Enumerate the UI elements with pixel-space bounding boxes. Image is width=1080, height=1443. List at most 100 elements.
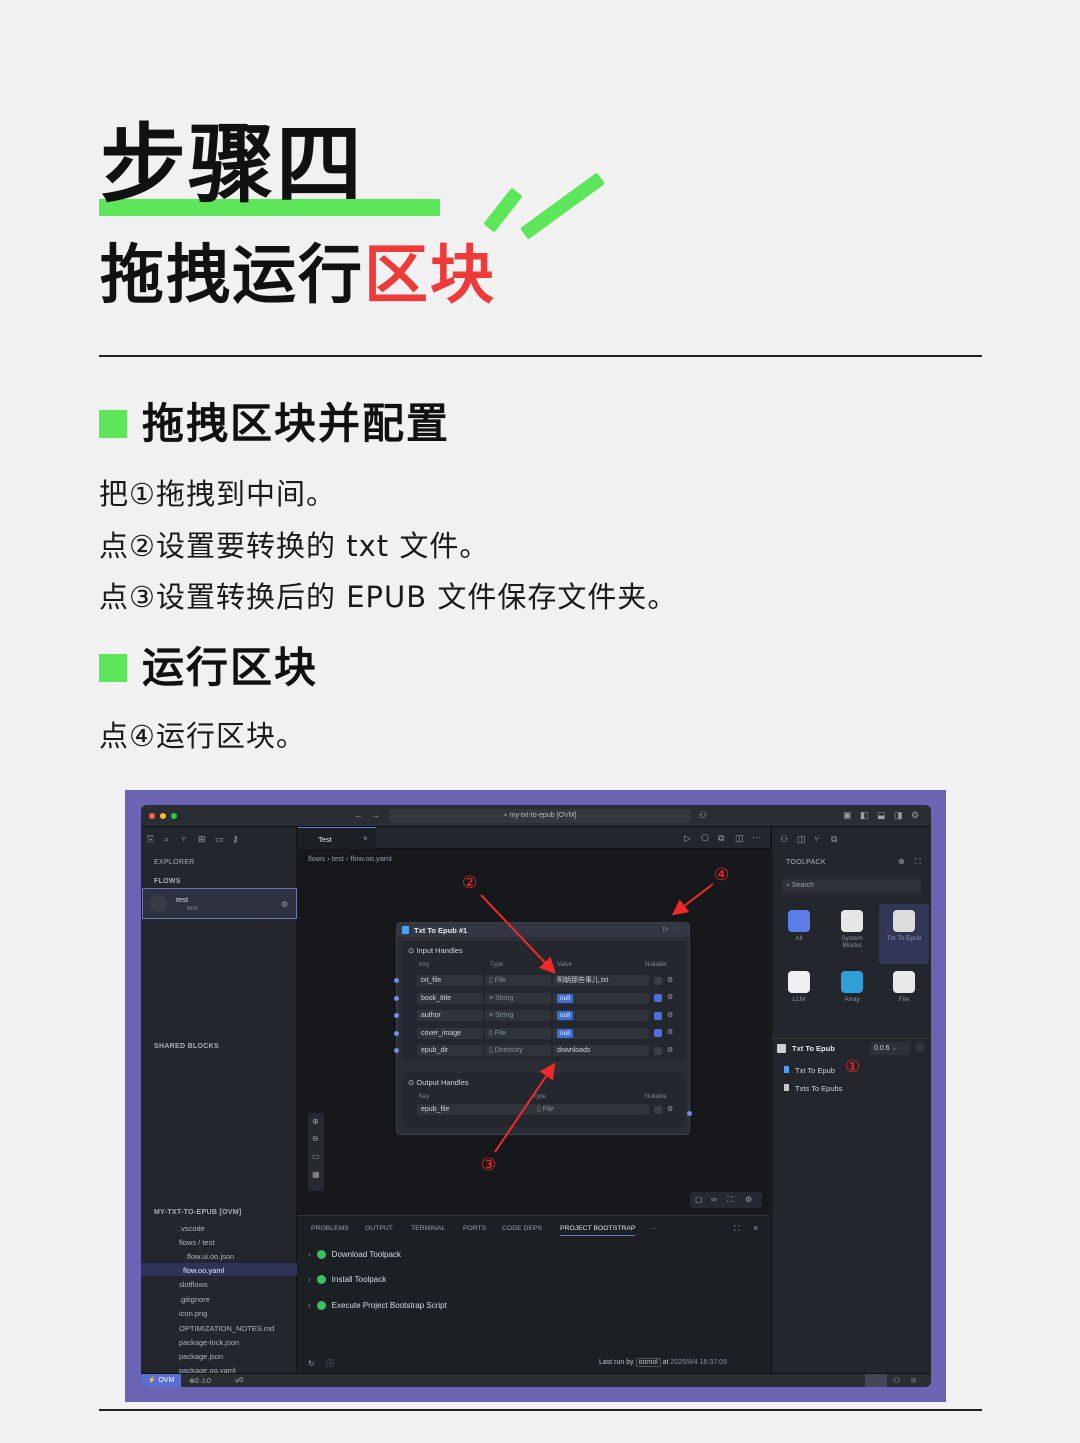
input-port[interactable] <box>394 978 399 983</box>
tab-test[interactable]: Test × <box>298 827 376 849</box>
node-header[interactable]: Txt To Epub #1 ▷ ··· <box>397 923 689 937</box>
branch-icon[interactable]: ⑂ <box>814 835 819 844</box>
remote-indicator[interactable]: ⚡ OVM <box>141 1374 181 1387</box>
split-icon[interactable]: ◫ <box>735 834 744 843</box>
breadcrumb-item[interactable]: flow.oo.yaml <box>351 854 392 863</box>
file-item[interactable]: flows / test <box>179 1238 214 1247</box>
breadcrumb-item[interactable]: test <box>332 854 344 863</box>
back-arrow-icon[interactable]: ← <box>354 811 363 820</box>
ports-count[interactable]: ⍦0 <box>235 1377 243 1385</box>
toolpack-tile-file[interactable]: File <box>883 971 925 1003</box>
project-section[interactable]: MY-TXT-TO-EPUB [OVM] <box>154 1209 242 1216</box>
shared-blocks-section[interactable]: SHARED BLOCKS <box>154 1043 219 1050</box>
nullable-checkbox[interactable] <box>654 1029 662 1037</box>
input-port[interactable] <box>394 995 399 1001</box>
row-settings-icon[interactable]: ⚙ <box>667 1047 673 1054</box>
block-node[interactable]: Txt To Epub #1 ▷ ··· ⊙ Input Handles Key… <box>394 922 692 1135</box>
secondary-sidebar-icon[interactable]: ◨ <box>894 811 903 820</box>
file-item[interactable]: .gitignore <box>179 1295 210 1304</box>
minimize-dot[interactable] <box>160 813 166 819</box>
gear-icon[interactable]: ⚙ <box>911 811 919 820</box>
layout-icon[interactable]: ▣ <box>843 811 852 820</box>
nullable-checkbox[interactable] <box>654 1011 662 1020</box>
add-block-icon[interactable]: ⊕ <box>898 858 905 866</box>
zoom-status[interactable] <box>865 1374 887 1387</box>
info-icon[interactable]: ⓘ <box>916 1044 924 1052</box>
breadcrumb-item[interactable]: flows <box>308 854 325 863</box>
node-run-icon[interactable]: ▷ <box>663 926 668 933</box>
flow-settings-icon[interactable]: ⚙ <box>281 901 288 909</box>
frame-icon[interactable]: ⛶ <box>727 1196 733 1204</box>
box-icon[interactable]: ▭ <box>215 835 224 844</box>
bootstrap-row[interactable]: › Execute Project Bootstrap Script <box>308 1301 447 1311</box>
files-icon[interactable]: ⎘ <box>147 835 154 844</box>
sidebar-toggle-icon[interactable]: ◧ <box>860 811 869 820</box>
node-more-icon[interactable]: ··· <box>675 925 682 932</box>
maximize-icon[interactable]: ⛶ <box>734 1225 740 1233</box>
nullable-checkbox[interactable] <box>654 1046 662 1055</box>
block-item[interactable]: Txts To Epubs <box>795 1084 842 1093</box>
debug-icon[interactable]: ⎔ <box>701 834 709 843</box>
key-icon[interactable]: ⚷ <box>232 835 239 844</box>
nullable-checkbox[interactable] <box>654 994 662 1002</box>
file-item[interactable]: .flow.ui.oo.json <box>185 1252 234 1261</box>
tab-project-bootstrap[interactable]: PROJECT BOOTSTRAP <box>560 1225 636 1236</box>
row-settings-icon[interactable]: ⚙ <box>667 977 673 984</box>
command-search[interactable]: ⌕ my-txt-to-epub [OVM] <box>389 809 691 823</box>
panel-close-icon[interactable]: × <box>753 1224 758 1233</box>
flow-item[interactable]: test test ⚙ <box>142 888 297 919</box>
tab-output[interactable]: OUTPUT <box>365 1225 393 1232</box>
input-expand-icon[interactable]: ⊙ <box>408 946 414 955</box>
zoom-in-icon[interactable]: ⊕ <box>312 1118 319 1126</box>
file-item[interactable]: package.json <box>179 1352 223 1361</box>
input-port[interactable] <box>394 1030 399 1036</box>
forward-arrow-icon[interactable]: → <box>371 811 380 820</box>
extensions-icon[interactable]: ⊞ <box>198 835 206 844</box>
nullable-checkbox[interactable] <box>654 976 662 985</box>
search-icon[interactable]: ⌕ <box>164 835 169 844</box>
expand-icon[interactable]: ⛶ <box>915 858 921 866</box>
tab-terminal[interactable]: TERMINAL <box>411 1225 445 1232</box>
copy-icon[interactable]: ⧉ <box>718 834 724 843</box>
file-item[interactable]: package-lock.json <box>179 1338 239 1347</box>
row-settings-icon[interactable]: ⚙ <box>667 1012 673 1019</box>
bootstrap-row[interactable]: › Download Toolpack <box>308 1250 401 1260</box>
bootstrap-row[interactable]: › Install Toolpack <box>308 1275 386 1285</box>
window-icon[interactable]: ⧉ <box>831 835 837 844</box>
zoom-out-icon[interactable]: ⊖ <box>312 1135 319 1143</box>
row-settings-icon[interactable]: ⚙ <box>667 994 673 1001</box>
copilot-status-icon[interactable]: ⚇ <box>893 1377 900 1385</box>
block-item[interactable]: Txt To Epub <box>795 1066 835 1075</box>
input-value[interactable]: null <box>553 992 649 1004</box>
refresh-icon[interactable]: ↻ <box>308 1360 315 1368</box>
flows-section[interactable]: FLOWS <box>154 878 181 885</box>
chat-icon[interactable]: ⚇ <box>780 835 788 844</box>
more-icon[interactable]: ··· <box>752 833 761 842</box>
output-nullable-checkbox[interactable] <box>654 1106 662 1114</box>
flow-canvas[interactable]: Test × ▷ ⎔ ⧉ ◫ ··· flows › test › flow.o… <box>298 827 770 1215</box>
copilot-icon[interactable]: ⚇ <box>699 811 707 820</box>
tab-code-deps[interactable]: CODE DEPS <box>502 1225 542 1232</box>
input-port[interactable] <box>394 1013 399 1018</box>
toolpack-tile-array[interactable]: Array <box>831 971 873 1003</box>
toolpack-tile-txt-to-epub[interactable]: Txt To Epub <box>883 910 925 942</box>
input-port[interactable] <box>394 1048 399 1053</box>
toolpack-tile-system[interactable]: System Blocks <box>831 910 873 949</box>
toolpack-search[interactable]: ⌕ Search <box>782 879 921 893</box>
output-settings-icon[interactable]: ⚙ <box>667 1106 673 1113</box>
grid-icon[interactable]: ▦ <box>312 1171 320 1179</box>
row-settings-icon[interactable]: ⚙ <box>667 1029 673 1036</box>
close-icon[interactable]: × <box>363 835 368 843</box>
input-value[interactable]: downloads <box>553 1045 649 1056</box>
info-icon[interactable]: ⓘ <box>326 1360 334 1368</box>
panel-toggle-icon[interactable]: ⬓ <box>877 811 886 820</box>
file-item[interactable]: slotflows <box>179 1280 208 1289</box>
book-icon[interactable]: ◫ <box>797 835 806 844</box>
run-icon[interactable]: ▷ <box>684 834 691 843</box>
link-icon[interactable]: ∞ <box>711 1196 717 1204</box>
close-dot[interactable] <box>149 813 155 819</box>
input-value[interactable]: null <box>553 1027 649 1039</box>
output-port[interactable] <box>687 1111 692 1116</box>
toolpack-tile-all[interactable]: All <box>778 910 820 942</box>
fit-view-icon[interactable]: ▭ <box>312 1153 320 1161</box>
